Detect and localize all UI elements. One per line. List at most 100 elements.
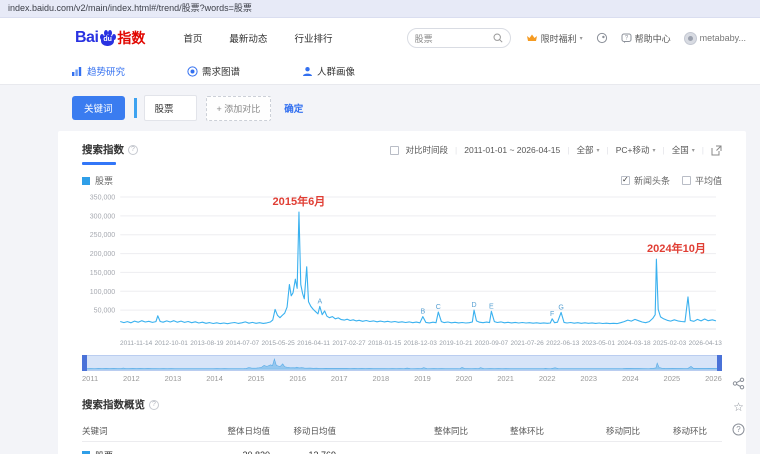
cell-mobile-daily: 13,769 [272,450,338,454]
compare-time-label: 对比时间段 [405,145,449,155]
chevron-down-icon: ▾ [652,147,656,154]
nav-item-news[interactable]: 最新动态 [229,31,267,45]
help-bubble-icon: ? [621,33,632,43]
chart-controls: 对比时间段 | 2011-01-01 ~ 2026-04-15 | 全部 ▾ | … [389,142,722,156]
tab-demand-graph[interactable]: 需求图谱 [187,64,240,78]
search-value: 股票 [414,33,433,44]
trend-chart-area: 350,000 300,000 250,000 200,000 150,000 100,0… [82,189,722,347]
source-filter[interactable]: 全部 ▾ [576,144,599,156]
x-tick-label: 2024-03-18 [617,340,651,347]
theme-icon[interactable] [596,32,608,44]
chart-marker-G: G [558,304,563,311]
col-mobile-yoy: 移动同比 [605,425,640,436]
y-tick-label: 100,000 [90,289,116,296]
legend-keyword[interactable]: 股票 [82,174,113,187]
favorite-star-icon[interactable]: ☆ [731,399,746,414]
nav-item-home[interactable]: 首页 [183,31,202,45]
nav-item-ranking[interactable]: 行业排行 [294,31,332,45]
average-toggle[interactable]: 平均值 [681,174,722,187]
year-label: 2015 [247,374,265,383]
x-tick-label: 2022-06-13 [546,340,580,347]
keyword-chip[interactable]: 股票 [143,95,197,121]
compare-time-checkbox[interactable] [389,145,399,155]
trend-help-icon[interactable]: ? [128,144,138,155]
promo-menu[interactable]: 限时福利 ▾ [526,32,583,45]
address-bar[interactable]: index.baidu.com/v2/main/index.html#/tren… [0,0,760,18]
cell-mobile-yoy: - [546,450,642,454]
average-checkbox[interactable] [681,176,691,185]
x-tick-label: 2016-04-11 [297,340,330,347]
export-icon[interactable] [711,145,722,156]
slider-handle-left[interactable] [82,355,87,371]
tab-label: 需求图谱 [202,67,241,78]
year-label: 2018 [372,374,390,383]
col-overall-daily: 整体日均值 [227,425,270,436]
baidu-paw-icon: du [99,30,117,46]
search-icon[interactable] [493,33,503,43]
time-range-slider[interactable] [82,355,722,371]
tab-trend-research[interactable]: 趋势研究 [72,64,125,78]
table-header-row: 关键词 整体日均值 移动日均值 整体同比 整体环比 移动同比 移动环比 [82,420,722,442]
year-label: 2022 [538,374,556,383]
col-overall-yoy: 整体同比 [433,425,468,436]
side-toolbar: ☆ ? [731,376,746,437]
baidu-index-logo[interactable]: Bai du 指数 [75,28,145,48]
search-input[interactable]: 股票 [406,28,511,48]
x-tick-label: 2018-12-03 [403,340,437,347]
y-tick-label: 350,000 [90,195,116,202]
logo-text-du: du [103,36,112,43]
keyword-label-button: 关键词 [72,96,125,120]
share-icon[interactable] [731,376,746,391]
year-label: 2026 [705,374,722,383]
tab-label: 人群画像 [317,67,356,78]
x-axis-labels: 2011-11-14 2012-10-01 2013-08-19 2014-07-07… [120,340,722,347]
overview-title: 搜索指数概览 [82,399,145,411]
year-label: 2016 [289,374,307,383]
cell-overall-yoy: - [338,450,470,454]
section-tabs: 趋势研究 需求图谱 人群画像 [0,58,760,85]
x-tick-label: 2019-10-21 [439,340,473,347]
separator: | [606,145,609,155]
news-toggle[interactable]: 新闻头条 [620,174,670,187]
chevron-down-icon: ▾ [691,147,695,154]
slider-mini-chart [83,358,721,370]
user-menu[interactable]: metababy... [683,31,746,45]
overview-help-icon[interactable]: ? [149,399,159,410]
legend-keyword-label: 股票 [95,176,114,186]
year-label: 2025 [663,374,681,383]
chart-marker-C: C [436,304,441,311]
region-filter[interactable]: 全国 ▾ [672,144,695,156]
separator: | [701,145,704,155]
demand-graph-icon [187,65,198,77]
separator: | [662,145,665,155]
news-checkbox[interactable] [620,175,630,185]
average-label: 平均值 [694,176,722,186]
year-label: 2024 [621,374,639,383]
chart-annotation: 2015年6月 [273,194,326,208]
help-label: 帮助中心 [634,33,671,44]
tab-audience-profile[interactable]: 人群画像 [302,64,355,78]
date-range-selector[interactable]: 2011-01-01 ~ 2026-04-15 [464,145,560,155]
help-center[interactable]: ? 帮助中心 [621,32,671,45]
news-label: 新闻头条 [633,176,670,186]
legend-color-swatch [82,176,90,185]
trend-card: 搜索指数 ? 对比时间段 | 2011-01-01 ~ 2026-04-15 |… [58,131,746,454]
tab-label: 趋势研究 [87,67,126,78]
chart-annotation: 2024年10月 [647,241,706,255]
y-tick-label: 300,000 [90,213,116,220]
device-filter[interactable]: PC+移动 ▾ [616,144,656,156]
trend-chart[interactable]: 350,000 300,000 250,000 200,000 150,000 100,0… [82,189,722,339]
year-label: 2023 [580,374,598,383]
col-mobile-mom: 移动环比 [672,425,707,436]
add-compare-button[interactable]: + 添加对比 [205,95,272,121]
cell-overall-mom: - [470,450,546,454]
svg-text:?: ? [736,425,741,434]
promo-label: 限时福利 [540,33,577,44]
x-tick-label: 2012-10-01 [154,340,188,347]
feedback-help-icon[interactable]: ? [731,422,746,437]
slider-handle-right[interactable] [717,355,722,371]
main-nav: 首页 最新动态 行业排行 [183,31,332,45]
confirm-button[interactable]: 确定 [284,101,303,115]
chart-marker-F: F [550,311,554,318]
trend-chart-icon [72,67,82,76]
